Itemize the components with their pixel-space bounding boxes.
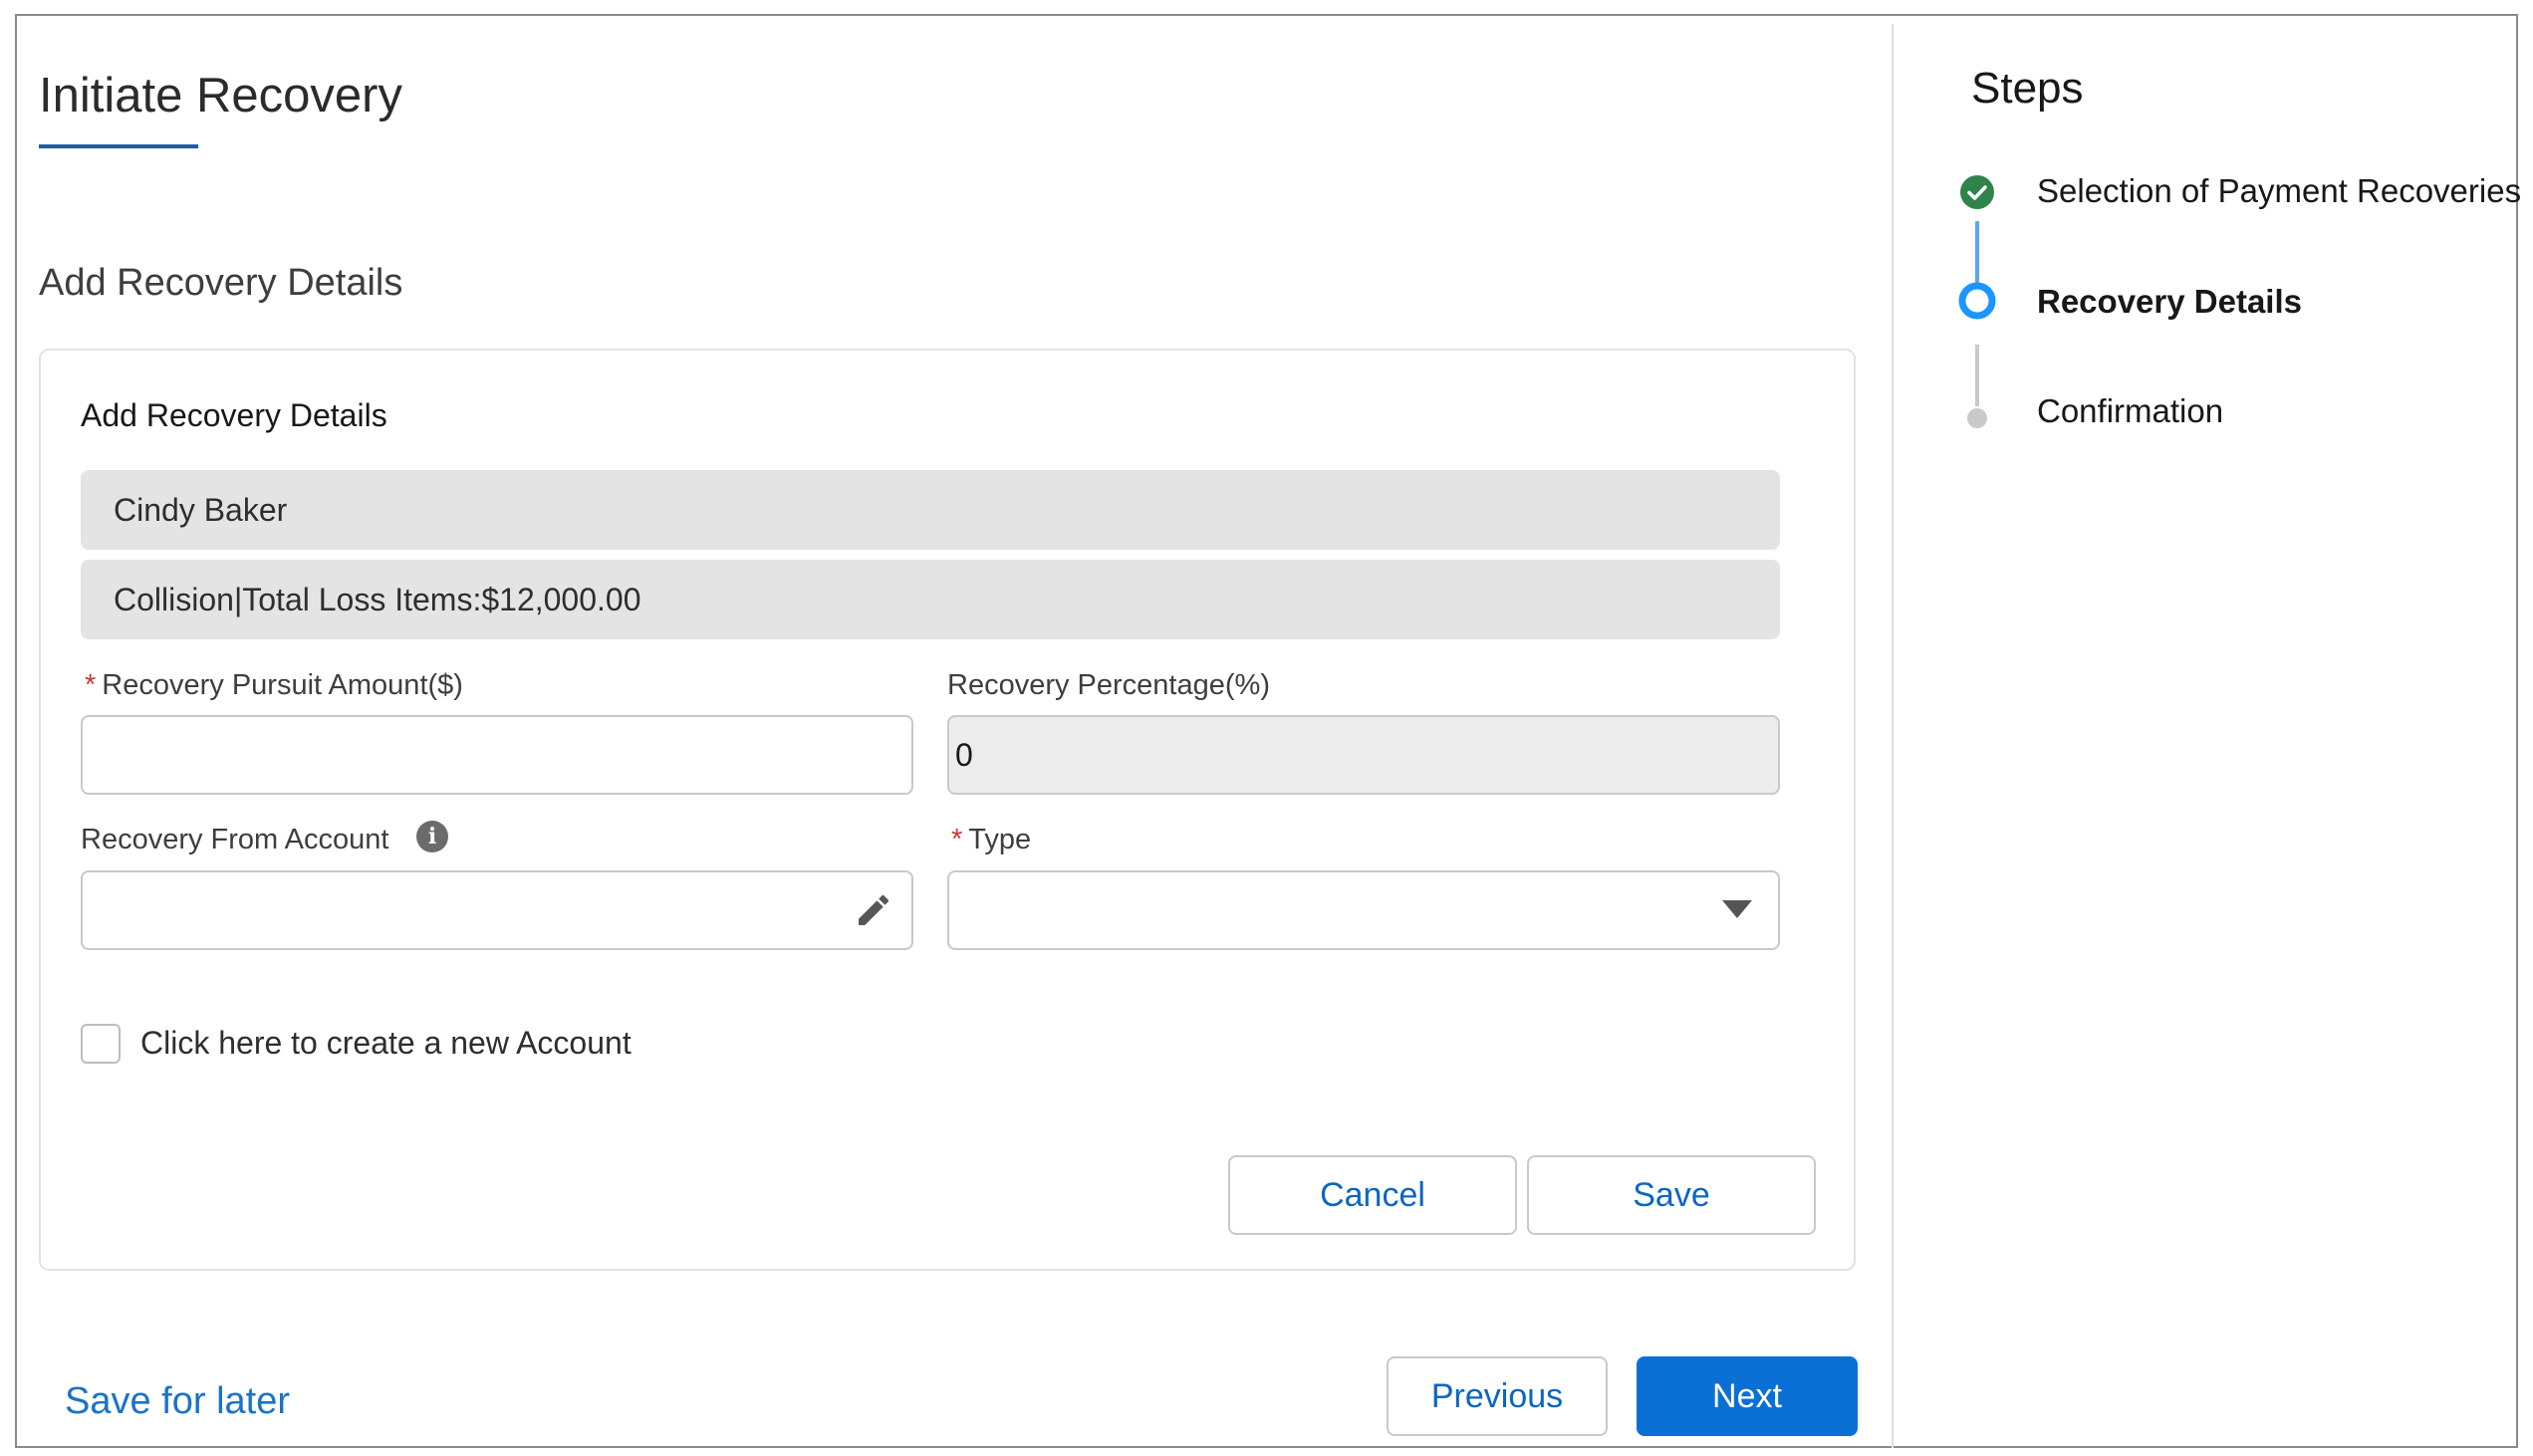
step-recovery-details: Recovery Details <box>2037 283 2302 320</box>
percentage-input: 0 <box>947 715 1780 795</box>
cancel-button[interactable]: Cancel <box>1228 1155 1517 1235</box>
step-confirmation: Confirmation <box>2037 392 2224 429</box>
pursuit-amount-input[interactable] <box>81 715 913 795</box>
type-select[interactable] <box>947 870 1780 950</box>
from-account-input[interactable] <box>81 870 913 950</box>
info-icon[interactable]: i <box>416 821 448 852</box>
card-title: Add Recovery Details <box>81 397 387 433</box>
page-title: Initiate Recovery <box>39 69 402 122</box>
coverage-summary: Collision|Total Loss Items:$12,000.00 <box>114 581 641 617</box>
type-label: * Type <box>951 824 1032 855</box>
section-title: Add Recovery Details <box>39 262 403 304</box>
required-marker: * <box>85 669 97 701</box>
chevron-down-icon[interactable] <box>1722 900 1752 920</box>
pencil-icon[interactable] <box>854 890 893 930</box>
steps-title: Steps <box>1971 64 2084 113</box>
from-account-label: Recovery From Account <box>81 824 389 855</box>
claimant-name: Cindy Baker <box>114 491 288 528</box>
step-connector-complete <box>1975 221 1979 283</box>
create-account-label: Click here to create a new Account <box>140 1025 632 1061</box>
title-underline <box>39 144 198 148</box>
next-button[interactable]: Next <box>1637 1356 1858 1436</box>
previous-button[interactable]: Previous <box>1387 1356 1608 1436</box>
pursuit-amount-label: * Recovery Pursuit Amount($) <box>85 669 463 701</box>
percentage-label: Recovery Percentage(%) <box>947 669 1270 701</box>
step-connector-upcoming <box>1975 345 1979 406</box>
step-selection-of-payment-recoveries: Selection of Payment Recoveries <box>2037 172 2522 209</box>
recovery-wizard-frame: Initiate Recovery Add Recovery Details A… <box>15 14 2522 1448</box>
create-account-checkbox[interactable] <box>81 1024 121 1064</box>
current-step-icon <box>1958 282 1996 320</box>
save-button[interactable]: Save <box>1527 1155 1816 1235</box>
panel-divider <box>1892 24 1894 1448</box>
check-circle-icon <box>1960 175 1994 209</box>
save-for-later-link[interactable]: Save for later <box>65 1380 290 1423</box>
upcoming-step-icon <box>1967 408 1987 428</box>
coverage-bar: Collision|Total Loss Items:$12,000.00 <box>81 560 1780 639</box>
claimant-name-bar: Cindy Baker <box>81 470 1780 550</box>
required-marker: * <box>951 824 963 855</box>
